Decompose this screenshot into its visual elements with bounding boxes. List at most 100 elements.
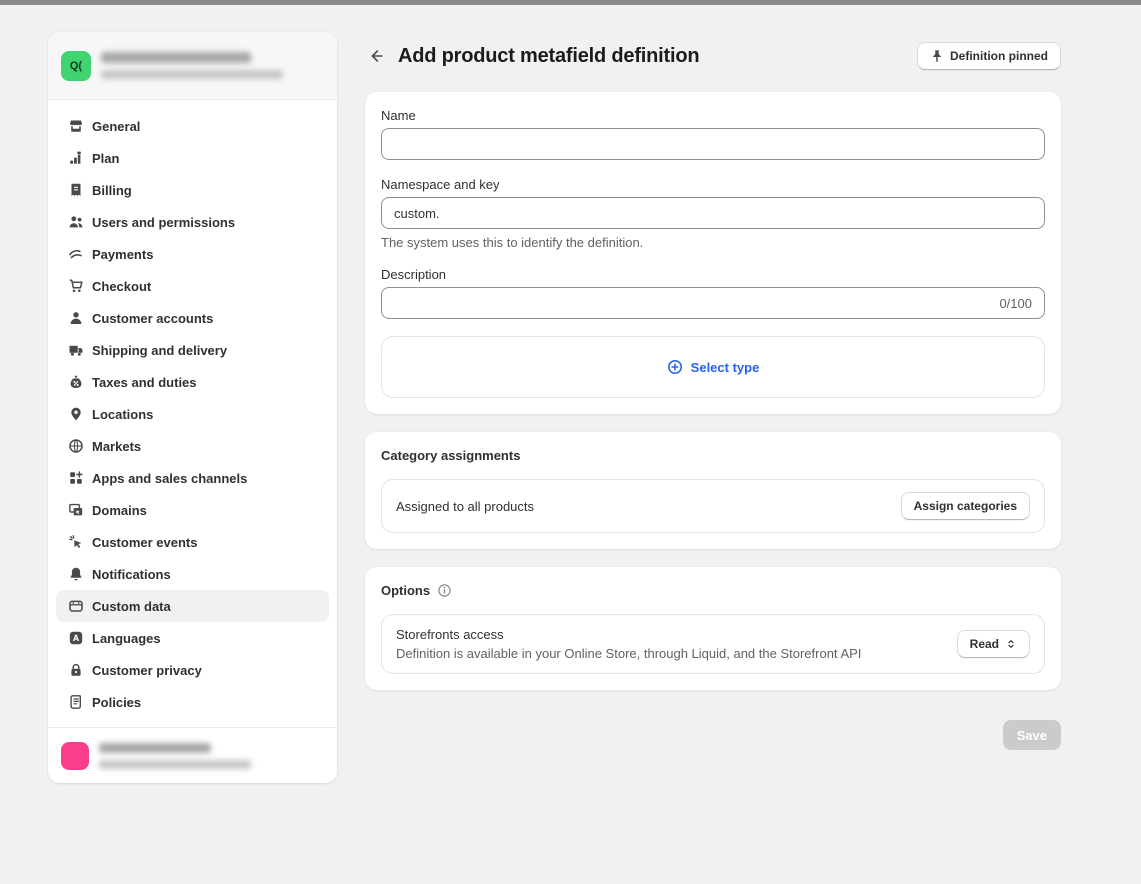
sidebar-item-general[interactable]: General (56, 110, 329, 142)
sidebar-item-payments[interactable]: Payments (56, 238, 329, 270)
users-and-permissions-icon (68, 214, 84, 230)
window-chrome-strip (0, 0, 1141, 5)
sidebar-item-label: Shipping and delivery (92, 343, 227, 358)
payments-icon (68, 246, 84, 262)
settings-sidebar: Q( General Plan Billing Users (48, 32, 337, 783)
storefronts-access-title: Storefronts access (396, 627, 861, 642)
shipping-and-delivery-icon (68, 342, 84, 358)
markets-icon (68, 438, 84, 454)
assign-categories-button[interactable]: Assign categories (901, 492, 1030, 520)
billing-icon (68, 182, 84, 198)
locations-icon (68, 406, 84, 422)
sidebar-item-customer-events[interactable]: Customer events (56, 526, 329, 558)
user-name-redacted (99, 743, 211, 753)
sidebar-item-checkout[interactable]: Checkout (56, 270, 329, 302)
sidebar-item-notifications[interactable]: Notifications (56, 558, 329, 590)
sidebar-item-label: Billing (92, 183, 132, 198)
storefronts-access-row: Storefronts access Definition is availab… (381, 614, 1045, 674)
sidebar-item-policies[interactable]: Policies (56, 686, 329, 718)
sidebar-item-label: Languages (92, 631, 161, 646)
save-row: Save (365, 720, 1061, 750)
sidebar-item-label: Custom data (92, 599, 171, 614)
description-field: Description 0/100 (381, 267, 1045, 319)
user-info (99, 743, 251, 769)
sidebar-item-label: Domains (92, 503, 147, 518)
sidebar-item-label: Locations (92, 407, 153, 422)
storefronts-access-text: Storefronts access Definition is availab… (396, 627, 861, 661)
store-avatar: Q( (61, 51, 91, 81)
options-title: Options (381, 583, 430, 598)
sidebar-item-shipping-and-delivery[interactable]: Shipping and delivery (56, 334, 329, 366)
sidebar-item-plan[interactable]: Plan (56, 142, 329, 174)
store-name-redacted (101, 52, 251, 63)
sidebar-item-label: Checkout (92, 279, 151, 294)
customer-privacy-icon (68, 662, 84, 678)
apps-and-sales-channels-icon (68, 470, 84, 486)
user-email-redacted (99, 760, 251, 769)
category-assignments-header: Category assignments (381, 448, 1045, 463)
sidebar-item-label: Plan (92, 151, 119, 166)
notifications-icon (68, 566, 84, 582)
category-assignments-row: Assigned to all products Assign categori… (381, 479, 1045, 533)
namespace-input[interactable] (381, 197, 1045, 229)
sidebar-item-customer-accounts[interactable]: Customer accounts (56, 302, 329, 334)
description-input[interactable] (382, 288, 999, 318)
main-content: Add product metafield definition Definit… (365, 40, 1061, 750)
description-input-shell: 0/100 (381, 287, 1045, 319)
sidebar-item-label: Policies (92, 695, 141, 710)
languages-icon (68, 630, 84, 646)
sidebar-item-label: Customer privacy (92, 663, 202, 678)
namespace-help-text: The system uses this to identify the def… (381, 235, 1045, 250)
sidebar-item-custom-data[interactable]: Custom data (56, 590, 329, 622)
namespace-field: Namespace and key The system uses this t… (381, 177, 1045, 250)
pin-icon (930, 49, 944, 63)
save-button[interactable]: Save (1003, 720, 1061, 750)
store-header: Q( (48, 32, 337, 100)
sidebar-item-markets[interactable]: Markets (56, 430, 329, 462)
checkout-icon (68, 278, 84, 294)
sidebar-item-domains[interactable]: Domains (56, 494, 329, 526)
options-header: Options (381, 583, 1045, 598)
select-type-label: Select type (691, 360, 760, 375)
page-header: Add product metafield definition Definit… (365, 40, 1061, 72)
sidebar-item-languages[interactable]: Languages (56, 622, 329, 654)
store-url-redacted (101, 70, 283, 79)
store-info (101, 52, 283, 79)
back-button[interactable] (363, 43, 389, 69)
select-type-button[interactable]: Select type (661, 358, 766, 376)
storefront-access-select[interactable]: Read (957, 630, 1030, 658)
namespace-label: Namespace and key (381, 177, 1045, 192)
sidebar-item-locations[interactable]: Locations (56, 398, 329, 430)
customer-events-icon (68, 534, 84, 550)
sidebar-item-users-and-permissions[interactable]: Users and permissions (56, 206, 329, 238)
name-label: Name (381, 108, 1045, 123)
general-icon (68, 118, 84, 134)
info-icon[interactable] (437, 583, 452, 598)
type-picker-box: Select type (381, 336, 1045, 398)
description-label: Description (381, 267, 1045, 282)
category-assignments-card: Category assignments Assigned to all pro… (365, 432, 1061, 549)
select-chevrons-icon (1005, 638, 1017, 650)
sidebar-item-taxes-and-duties[interactable]: Taxes and duties (56, 366, 329, 398)
settings-nav: General Plan Billing Users and permissio… (48, 100, 337, 728)
sidebar-item-label: Taxes and duties (92, 375, 197, 390)
definition-pinned-label: Definition pinned (950, 49, 1048, 63)
sidebar-item-label: Users and permissions (92, 215, 235, 230)
sidebar-item-billing[interactable]: Billing (56, 174, 329, 206)
sidebar-item-customer-privacy[interactable]: Customer privacy (56, 654, 329, 686)
sidebar-item-label: Customer events (92, 535, 197, 550)
back-arrow-icon (367, 47, 385, 65)
sidebar-item-apps-and-sales-channels[interactable]: Apps and sales channels (56, 462, 329, 494)
domains-icon (68, 502, 84, 518)
character-counter: 0/100 (999, 296, 1044, 311)
assignment-status-text: Assigned to all products (396, 499, 534, 514)
storefront-access-value: Read (970, 637, 999, 651)
policies-icon (68, 694, 84, 710)
definition-pinned-button[interactable]: Definition pinned (917, 42, 1061, 70)
user-avatar (61, 742, 89, 770)
page-title: Add product metafield definition (398, 45, 699, 68)
sidebar-item-label: Notifications (92, 567, 171, 582)
options-card: Options Storefronts access Definition is… (365, 567, 1061, 690)
storefronts-access-description: Definition is available in your Online S… (396, 646, 861, 661)
name-input[interactable] (381, 128, 1045, 160)
